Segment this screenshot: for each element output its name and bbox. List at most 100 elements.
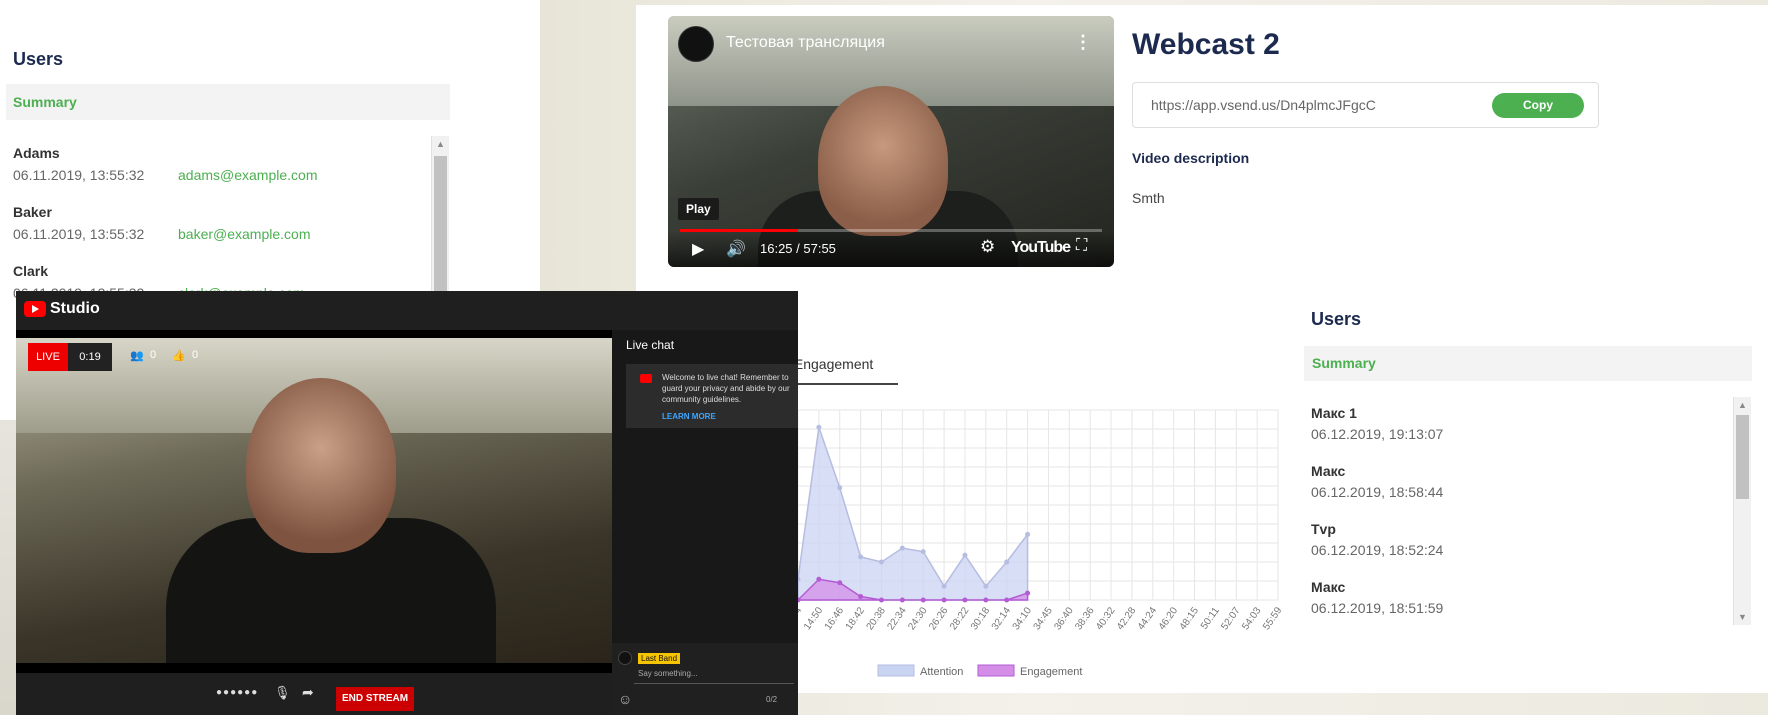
share-url-field[interactable]: https://app.vsend.us/Dn4plmcJFgcC Copy	[1132, 82, 1599, 128]
youtube-logo[interactable]: YouTube	[1011, 239, 1071, 257]
list-item[interactable]: Макс 06.12.2019, 18:51:59	[1311, 579, 1443, 616]
list-item[interactable]: Макс 1 06.12.2019, 19:13:07	[1311, 405, 1443, 442]
learn-more-link[interactable]: LEARN MORE	[662, 412, 716, 421]
viewers-count: 0	[150, 349, 157, 361]
chat-welcome-text: Welcome to live chat! Remember to guard …	[662, 373, 790, 404]
left-users-title: Users	[13, 49, 64, 69]
x-tick-label: 16:46	[823, 605, 847, 632]
x-tick-label: 34:45	[1032, 605, 1056, 632]
x-tick-label: 42:28	[1115, 605, 1139, 632]
data-point	[962, 552, 968, 558]
x-tick-label: 50:11	[1199, 605, 1222, 632]
user-date: 06.12.2019, 19:13:07	[1311, 426, 1444, 442]
video-description-label: Video description	[1132, 150, 1250, 166]
user-name: Clark	[13, 263, 49, 279]
share-icon[interactable]: ➦	[302, 684, 314, 701]
studio-brand[interactable]: Studio	[50, 300, 100, 318]
left-summary-tab[interactable]: Summary	[6, 84, 450, 120]
left-users-scrollbar[interactable]: ▲	[431, 136, 449, 296]
data-point	[858, 554, 864, 560]
chat-welcome-card: Welcome to live chat! Remember to guard …	[626, 364, 798, 428]
user-name: Макс	[1311, 579, 1346, 595]
x-tick-label: 48:15	[1178, 605, 1202, 632]
live-chat-title: Live chat	[626, 338, 675, 352]
x-tick-label: 14:50	[802, 605, 826, 632]
chat-input-area[interactable]: Last Band Say something... ☺ 0/2	[612, 643, 798, 715]
video-player[interactable]: Тестовая трансляция ⋮ Play ▶ 🔊 16:25 / 5…	[668, 16, 1114, 267]
live-elapsed-time: 0:19	[68, 343, 112, 371]
x-tick-label: 52:07	[1219, 605, 1243, 632]
x-tick-label: 20:38	[865, 605, 889, 632]
youtube-logo-icon[interactable]	[24, 301, 46, 317]
camera-scene	[16, 338, 612, 663]
data-point	[878, 597, 884, 603]
video-title[interactable]: Тестовая трансляция	[726, 34, 885, 52]
user-email[interactable]: adams@example.com	[178, 167, 318, 183]
data-point	[1004, 559, 1010, 565]
x-tick-label: 46:20	[1157, 605, 1181, 632]
list-item[interactable]: Макс 06.12.2019, 18:58:44	[1311, 463, 1443, 500]
scroll-up-icon[interactable]: ▲	[1734, 400, 1751, 410]
fullscreen-icon[interactable]: ⛶	[1076, 237, 1087, 255]
studio-window: Studio LIVE 0:19 👥 0 👍 0 ●●●●●● 🎙 ➦ END …	[16, 291, 798, 715]
user-date: 06.11.2019, 13:55:32	[13, 167, 145, 183]
x-tick-label: 22:34	[885, 605, 909, 632]
data-point	[816, 424, 822, 430]
data-point	[837, 580, 843, 586]
data-point	[983, 597, 989, 603]
x-tick-label: 40:32	[1094, 605, 1118, 632]
x-tick-label: 28:22	[948, 605, 972, 632]
legend-label: Attention	[920, 666, 963, 678]
end-stream-button[interactable]: END STREAM	[336, 687, 414, 711]
data-point	[1004, 597, 1010, 603]
volume-icon[interactable]: 🔊	[726, 239, 746, 259]
list-item[interactable]: Tvp 06.12.2019, 18:52:24	[1311, 521, 1443, 558]
channel-avatar[interactable]	[678, 26, 714, 62]
list-item[interactable]: Baker 06.11.2019, 13:55:32 baker@example…	[13, 204, 311, 242]
user-date: 06.12.2019, 18:51:59	[1311, 600, 1444, 616]
copy-button[interactable]: Copy	[1492, 93, 1584, 118]
data-point	[837, 485, 843, 491]
right-users-scrollbar[interactable]: ▲ ▼	[1733, 397, 1751, 625]
settings-gear-icon[interactable]: ⚙	[980, 237, 995, 257]
play-icon[interactable]: ▶	[692, 239, 704, 259]
x-tick-label: 30:18	[969, 605, 993, 632]
page-title: Webcast 2	[1132, 28, 1280, 61]
user-name: Макс 1	[1311, 405, 1357, 421]
share-url[interactable]: https://app.vsend.us/Dn4plmcJFgcC	[1151, 97, 1376, 113]
legend-swatch	[877, 664, 915, 677]
x-tick-label: 24:30	[906, 605, 930, 632]
chat-input[interactable]: Say something...	[638, 669, 698, 678]
x-tick-label: 38:36	[1073, 605, 1097, 632]
player-controls: ▶ 🔊 16:25 / 57:55 ⚙ YouTube ⛶	[668, 231, 1114, 267]
chat-avatar	[618, 651, 632, 665]
live-chat-panel: Live chat Welcome to live chat! Remember…	[612, 330, 798, 715]
x-tick-label: 54:03	[1240, 605, 1264, 632]
more-options-icon[interactable]: ⋮	[1074, 32, 1092, 53]
emoji-icon[interactable]: ☺	[618, 691, 632, 707]
scroll-down-icon[interactable]: ▼	[1734, 612, 1751, 622]
x-tick-label: 44:24	[1136, 605, 1160, 632]
legend-label: Engagement	[1020, 666, 1082, 678]
user-email[interactable]: baker@example.com	[178, 226, 311, 242]
scroll-thumb[interactable]	[434, 156, 447, 296]
tab-attention-engagement[interactable]: /Engagement	[790, 356, 898, 385]
list-item[interactable]: Clark 06.11.2019, 13:55:32 clark@example…	[13, 263, 305, 301]
chat-username: Last Band	[638, 653, 681, 664]
data-point	[920, 597, 926, 603]
microphone-icon[interactable]: 🎙	[274, 685, 291, 701]
user-date: 06.11.2019, 13:55:32	[13, 226, 145, 242]
scroll-thumb[interactable]	[1736, 415, 1749, 499]
scroll-up-icon[interactable]: ▲	[432, 139, 449, 149]
likes-icon: 👍	[172, 350, 186, 362]
chat-input-underline	[634, 683, 794, 684]
play-tooltip: Play	[678, 198, 719, 220]
right-summary-tab[interactable]: Summary	[1304, 346, 1752, 381]
data-point	[899, 597, 905, 603]
mic-level-icon: ●●●●●●	[216, 687, 259, 698]
x-tick-label: 34:10	[1011, 605, 1035, 632]
user-name: Baker	[13, 204, 52, 220]
list-item[interactable]: Adams 06.11.2019, 13:55:32 adams@example…	[13, 145, 318, 183]
data-point	[941, 583, 947, 589]
data-point	[983, 583, 989, 589]
